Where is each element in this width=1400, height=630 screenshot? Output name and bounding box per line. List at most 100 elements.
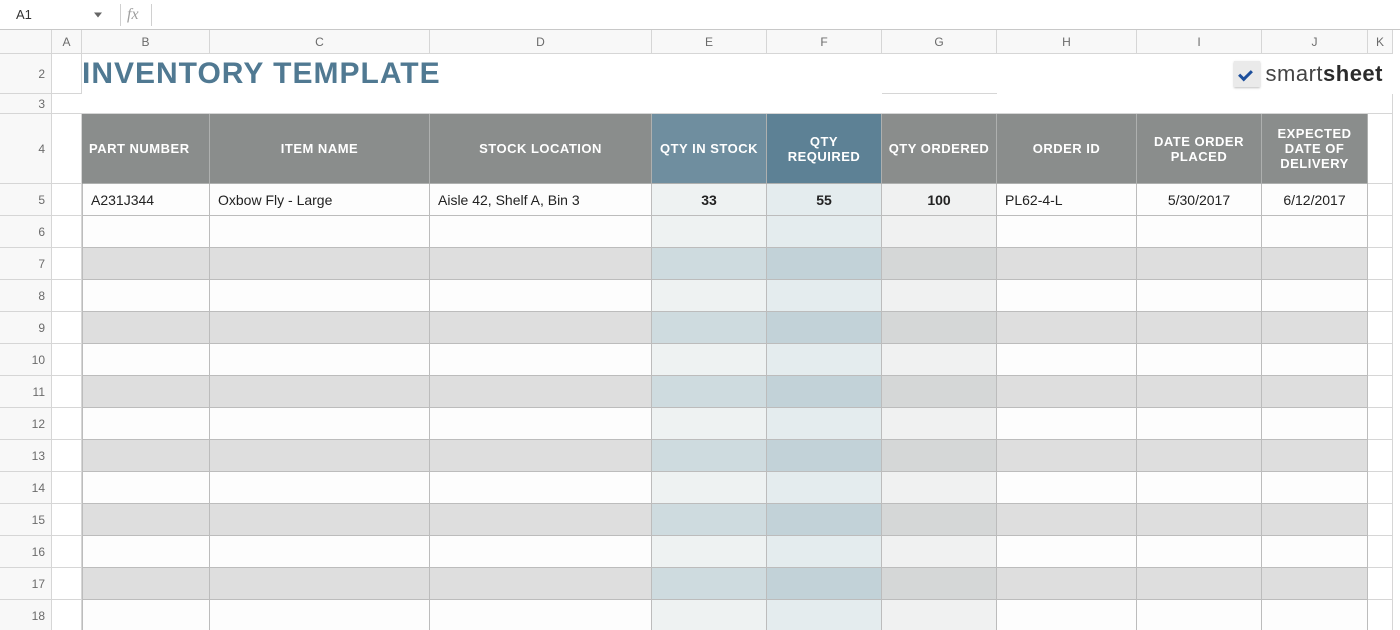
cell[interactable]: [52, 600, 82, 630]
td-empty[interactable]: [652, 600, 767, 630]
td-empty[interactable]: [997, 312, 1137, 344]
td-empty[interactable]: [882, 312, 997, 344]
td-empty[interactable]: [210, 312, 430, 344]
td-empty[interactable]: [767, 216, 882, 248]
col-header-F[interactable]: F: [767, 30, 882, 54]
td-empty[interactable]: [210, 408, 430, 440]
td-empty[interactable]: [997, 248, 1137, 280]
td-expected-delivery[interactable]: 6/12/2017: [1262, 184, 1368, 216]
td-empty[interactable]: [997, 344, 1137, 376]
col-header-K[interactable]: K: [1368, 30, 1393, 54]
cell[interactable]: [1368, 376, 1393, 408]
td-empty[interactable]: [997, 408, 1137, 440]
td-empty[interactable]: [82, 280, 210, 312]
td-empty[interactable]: [652, 280, 767, 312]
td-empty[interactable]: [82, 408, 210, 440]
cell[interactable]: [1368, 472, 1393, 504]
cell[interactable]: [1368, 216, 1393, 248]
td-empty[interactable]: [997, 472, 1137, 504]
cell[interactable]: [52, 344, 82, 376]
row-header-8[interactable]: 8: [0, 280, 52, 312]
col-header-A[interactable]: A: [52, 30, 82, 54]
cell[interactable]: [52, 472, 82, 504]
td-empty[interactable]: [767, 248, 882, 280]
row-header-7[interactable]: 7: [0, 248, 52, 280]
td-empty[interactable]: [1262, 568, 1368, 600]
cell[interactable]: [52, 114, 82, 184]
td-empty[interactable]: [430, 440, 652, 472]
td-empty[interactable]: [652, 312, 767, 344]
cell[interactable]: [882, 54, 997, 94]
cell[interactable]: [1368, 184, 1393, 216]
td-empty[interactable]: [210, 440, 430, 472]
cell[interactable]: [1368, 408, 1393, 440]
td-empty[interactable]: [652, 376, 767, 408]
cell[interactable]: [1368, 536, 1393, 568]
td-empty[interactable]: [82, 568, 210, 600]
td-qty-in-stock[interactable]: 33: [652, 184, 767, 216]
row-header-5[interactable]: 5: [0, 184, 52, 216]
td-empty[interactable]: [430, 376, 652, 408]
td-stock-location[interactable]: Aisle 42, Shelf A, Bin 3: [430, 184, 652, 216]
row-header-11[interactable]: 11: [0, 376, 52, 408]
th-order-id[interactable]: ORDER ID: [997, 114, 1137, 184]
td-empty[interactable]: [997, 280, 1137, 312]
cell[interactable]: [1368, 312, 1393, 344]
cell[interactable]: [52, 54, 82, 94]
col-header-G[interactable]: G: [882, 30, 997, 54]
cell[interactable]: [1368, 114, 1393, 184]
td-empty[interactable]: [767, 600, 882, 630]
td-empty[interactable]: [430, 472, 652, 504]
td-empty[interactable]: [997, 536, 1137, 568]
td-empty[interactable]: [430, 408, 652, 440]
row-header-2[interactable]: 2: [0, 54, 52, 94]
td-empty[interactable]: [652, 344, 767, 376]
td-empty[interactable]: [767, 408, 882, 440]
td-empty[interactable]: [210, 216, 430, 248]
col-header-J[interactable]: J: [1262, 30, 1368, 54]
td-empty[interactable]: [1262, 248, 1368, 280]
td-empty[interactable]: [1137, 280, 1262, 312]
td-empty[interactable]: [997, 504, 1137, 536]
td-empty[interactable]: [652, 568, 767, 600]
td-empty[interactable]: [1137, 536, 1262, 568]
row-header-14[interactable]: 14: [0, 472, 52, 504]
td-empty[interactable]: [767, 440, 882, 472]
cell[interactable]: [52, 248, 82, 280]
row-header-12[interactable]: 12: [0, 408, 52, 440]
row-header-3[interactable]: 3: [0, 94, 52, 114]
th-stock-location[interactable]: STOCK LOCATION: [430, 114, 652, 184]
td-empty[interactable]: [767, 280, 882, 312]
cell[interactable]: [1368, 344, 1393, 376]
td-part-number[interactable]: A231J344: [82, 184, 210, 216]
td-empty[interactable]: [430, 312, 652, 344]
cell[interactable]: [52, 376, 82, 408]
td-empty[interactable]: [430, 216, 652, 248]
td-empty[interactable]: [210, 344, 430, 376]
td-empty[interactable]: [1137, 408, 1262, 440]
th-qty-in-stock[interactable]: QTY IN STOCK: [652, 114, 767, 184]
td-qty-required[interactable]: 55: [767, 184, 882, 216]
td-empty[interactable]: [882, 248, 997, 280]
th-expected-delivery[interactable]: EXPECTED DATE OF DELIVERY: [1262, 114, 1368, 184]
td-empty[interactable]: [1262, 504, 1368, 536]
td-empty[interactable]: [82, 440, 210, 472]
td-empty[interactable]: [1137, 376, 1262, 408]
td-empty[interactable]: [997, 600, 1137, 630]
td-empty[interactable]: [210, 472, 430, 504]
td-empty[interactable]: [767, 536, 882, 568]
th-qty-required[interactable]: QTY REQUIRED: [767, 114, 882, 184]
td-empty[interactable]: [652, 472, 767, 504]
td-empty[interactable]: [1262, 376, 1368, 408]
col-header-D[interactable]: D: [430, 30, 652, 54]
td-empty[interactable]: [1262, 440, 1368, 472]
td-empty[interactable]: [997, 568, 1137, 600]
td-empty[interactable]: [1262, 536, 1368, 568]
td-empty[interactable]: [430, 248, 652, 280]
td-empty[interactable]: [652, 408, 767, 440]
td-empty[interactable]: [1262, 280, 1368, 312]
td-empty[interactable]: [210, 376, 430, 408]
row-header-17[interactable]: 17: [0, 568, 52, 600]
td-empty[interactable]: [767, 376, 882, 408]
cell[interactable]: [52, 216, 82, 248]
